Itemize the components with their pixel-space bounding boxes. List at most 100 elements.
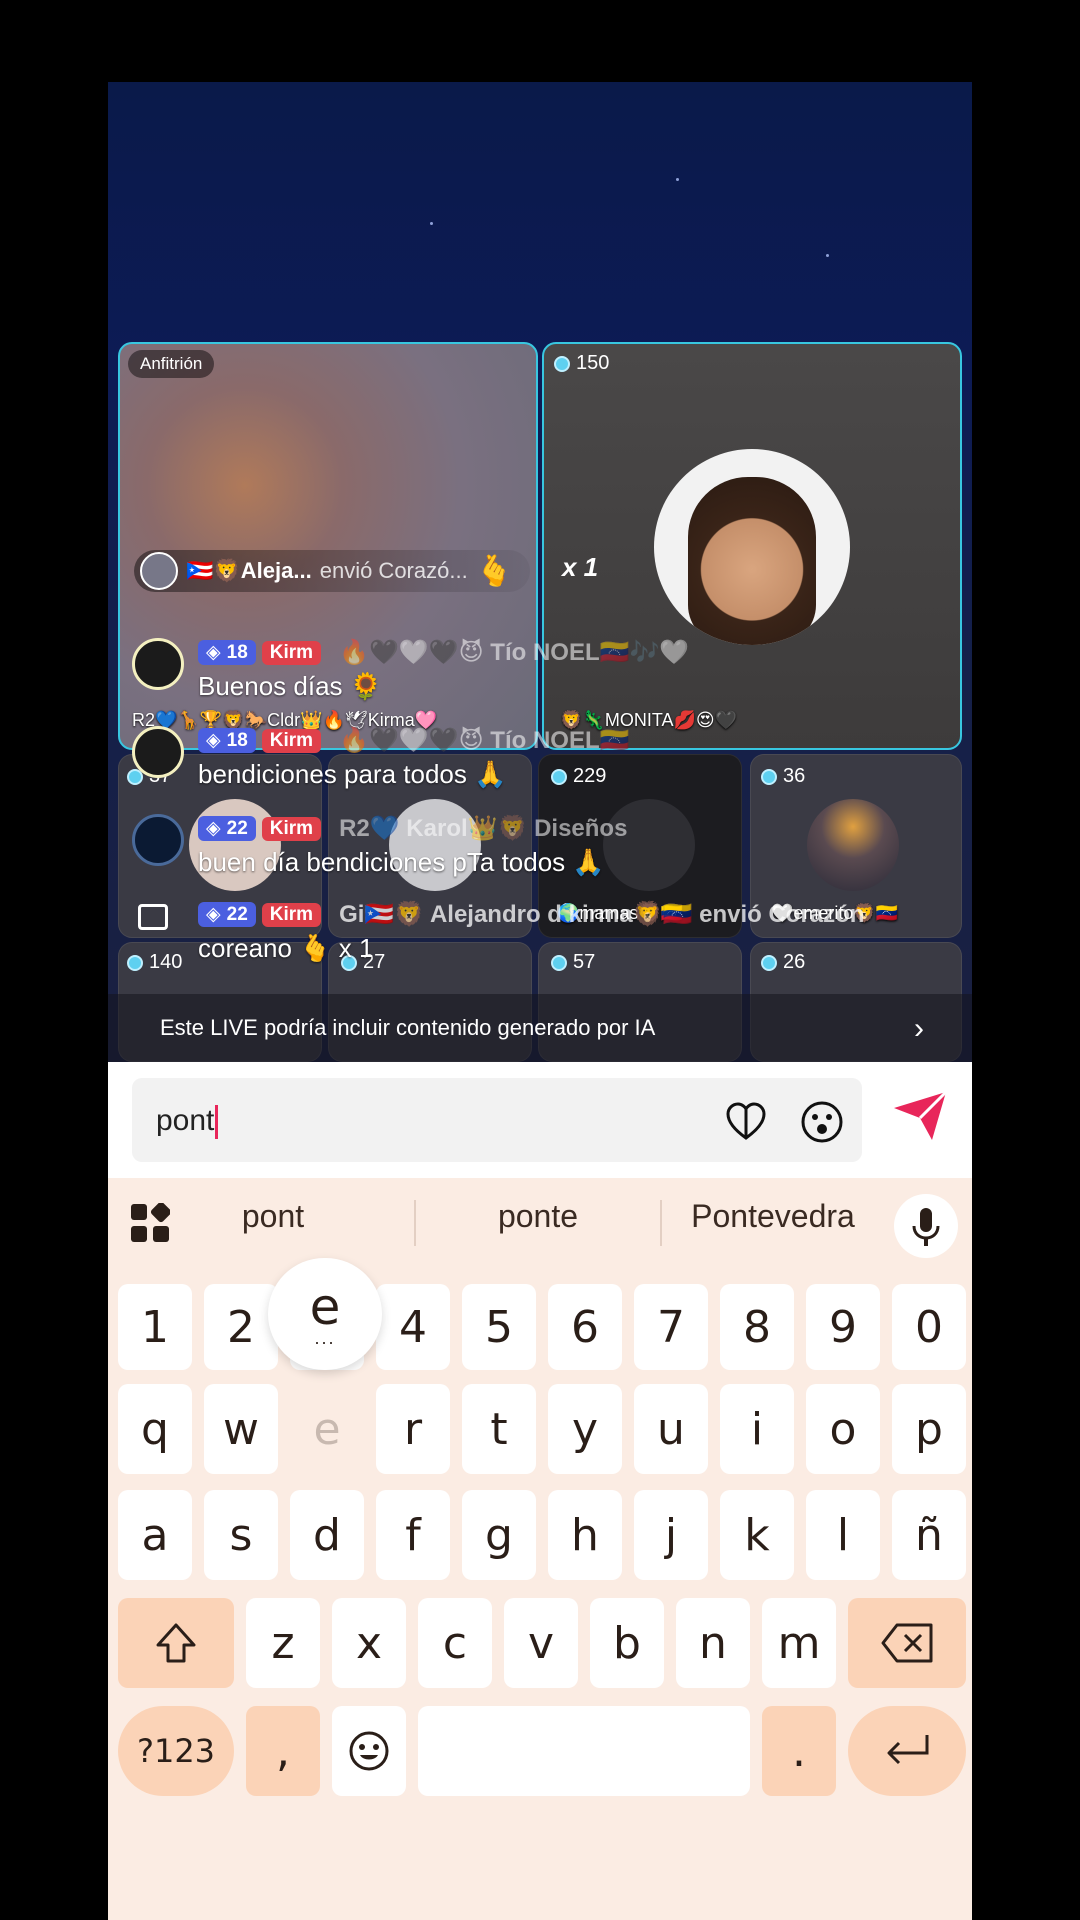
comment-input[interactable]: pont bbox=[132, 1078, 862, 1162]
apps-grid-icon[interactable] bbox=[130, 1203, 170, 1243]
star bbox=[676, 178, 679, 181]
suggestion-strip: pont ponte Pontevedra bbox=[108, 1178, 972, 1268]
enter-icon bbox=[887, 1735, 929, 1765]
space-bar[interactable] bbox=[418, 1706, 750, 1796]
coin-icon bbox=[127, 954, 143, 971]
coin-icon bbox=[761, 768, 777, 785]
suggestion-item[interactable]: pont bbox=[198, 1198, 348, 1235]
level-value: 22 bbox=[226, 903, 248, 925]
send-icon[interactable] bbox=[892, 1090, 948, 1142]
viewer-count: 36 bbox=[761, 765, 805, 788]
key-a[interactable]: a bbox=[118, 1490, 192, 1580]
count-value: 36 bbox=[783, 765, 806, 787]
gift-notification: 🇵🇷🦁Aleja... envió Corazó... 🫰 bbox=[134, 550, 530, 592]
suggestion-item[interactable]: ponte bbox=[428, 1198, 648, 1235]
key-e[interactable]: e bbox=[290, 1384, 364, 1474]
suggestion-divider bbox=[414, 1200, 416, 1246]
key-y[interactable]: y bbox=[548, 1384, 622, 1474]
key-m[interactable]: m bbox=[762, 1598, 836, 1688]
emoji-key[interactable] bbox=[332, 1706, 406, 1796]
key-n-tilde[interactable]: ñ bbox=[892, 1490, 966, 1580]
key-p[interactable]: p bbox=[892, 1384, 966, 1474]
chevron-right-icon: › bbox=[914, 1012, 924, 1045]
level-badge: ◈ 22 bbox=[198, 902, 256, 927]
fan-club-badge: Kirm bbox=[261, 816, 322, 841]
key-r[interactable]: r bbox=[376, 1384, 450, 1474]
soft-keyboard: pont ponte Pontevedra 1 2 3 4 5 6 7 8 9 … bbox=[108, 1178, 972, 1920]
backspace-icon bbox=[881, 1623, 933, 1663]
diamond-icon: ◈ bbox=[206, 904, 221, 925]
key-4[interactable]: 4 bbox=[376, 1284, 450, 1370]
fan-club-badge: Kirm bbox=[261, 902, 322, 927]
key-8[interactable]: 8 bbox=[720, 1284, 794, 1370]
key-o[interactable]: o bbox=[806, 1384, 880, 1474]
guest-avatar[interactable] bbox=[654, 449, 850, 645]
gift-heart-icon: 🫰 bbox=[475, 554, 514, 588]
diamond-icon: ◈ bbox=[206, 642, 221, 663]
heart-icon[interactable] bbox=[724, 1100, 768, 1144]
chat-avatar[interactable] bbox=[132, 814, 184, 866]
key-g[interactable]: g bbox=[462, 1490, 536, 1580]
key-q[interactable]: q bbox=[118, 1384, 192, 1474]
fan-club-badge: Kirm bbox=[261, 640, 322, 665]
emoji-icon[interactable] bbox=[800, 1100, 844, 1144]
suggestion-item[interactable]: Pontevedra bbox=[668, 1198, 878, 1235]
chat-avatar[interactable] bbox=[132, 726, 184, 778]
key-9[interactable]: 9 bbox=[806, 1284, 880, 1370]
host-label: Anfitrión bbox=[128, 350, 215, 378]
key-w[interactable]: w bbox=[204, 1384, 278, 1474]
level-value: 22 bbox=[226, 817, 248, 839]
key-6[interactable]: 6 bbox=[548, 1284, 622, 1370]
key-k[interactable]: k bbox=[720, 1490, 794, 1580]
gift-action-text: envió Corazó... bbox=[319, 558, 468, 583]
smiley-icon bbox=[349, 1731, 389, 1771]
key-s[interactable]: s bbox=[204, 1490, 278, 1580]
gift-multiplier: x 1 bbox=[562, 552, 599, 582]
key-j[interactable]: j bbox=[634, 1490, 708, 1580]
chat-username: R2💙 Karol👑🦁 Diseños bbox=[339, 815, 628, 842]
calendar-icon[interactable] bbox=[138, 904, 168, 930]
key-x[interactable]: x bbox=[332, 1598, 406, 1688]
chat-message[interactable]: ◈ 18 Kirm 🔥🖤🤍🖤😈 Tío NOEL🇻🇪🎶🤍 Buenos días … bbox=[132, 638, 689, 702]
level-value: 18 bbox=[226, 641, 248, 663]
key-2[interactable]: 2 bbox=[204, 1284, 278, 1370]
key-z[interactable]: z bbox=[246, 1598, 320, 1688]
key-n[interactable]: n bbox=[676, 1598, 750, 1688]
chat-message[interactable]: ◈ 18 Kirm 🔥🖤🤍🖤😈 Tío NOEL🇻🇪 bendiciones pa… bbox=[132, 726, 630, 790]
comma-key[interactable]: , bbox=[246, 1706, 320, 1796]
key-b[interactable]: b bbox=[590, 1598, 664, 1688]
backspace-key[interactable] bbox=[848, 1598, 966, 1688]
key-c[interactable]: c bbox=[418, 1598, 492, 1688]
popup-key-char: e bbox=[309, 1278, 341, 1336]
key-l[interactable]: l bbox=[806, 1490, 880, 1580]
key-f[interactable]: f bbox=[376, 1490, 450, 1580]
chat-message[interactable]: ◈ 22 Kirm R2💙 Karol👑🦁 Diseños buen día be… bbox=[132, 814, 627, 878]
symbols-key[interactable]: ?123 bbox=[118, 1706, 234, 1796]
key-5[interactable]: 5 bbox=[462, 1284, 536, 1370]
ai-content-banner[interactable]: Este LIVE podría incluir contenido gener… bbox=[108, 994, 972, 1062]
chat-message[interactable]: ◈ 22 Kirm Gi🇵🇷🦁 Alejandro d kirma🦁🇻🇪 envi… bbox=[198, 900, 864, 964]
chat-avatar[interactable] bbox=[132, 638, 184, 690]
diamond-icon: ◈ bbox=[206, 730, 221, 751]
coin-icon bbox=[554, 355, 570, 372]
key-i[interactable]: i bbox=[720, 1384, 794, 1474]
comment-input-text[interactable]: pont bbox=[156, 1104, 219, 1140]
key-1[interactable]: 1 bbox=[118, 1284, 192, 1370]
microphone-button[interactable] bbox=[894, 1194, 958, 1258]
count-value: 140 bbox=[149, 951, 183, 973]
enter-key[interactable] bbox=[848, 1706, 966, 1796]
key-h[interactable]: h bbox=[548, 1490, 622, 1580]
level-badge: ◈ 22 bbox=[198, 816, 256, 841]
key-d[interactable]: d bbox=[290, 1490, 364, 1580]
period-key[interactable]: . bbox=[762, 1706, 836, 1796]
key-7[interactable]: 7 bbox=[634, 1284, 708, 1370]
key-u[interactable]: u bbox=[634, 1384, 708, 1474]
shift-key[interactable] bbox=[118, 1598, 234, 1688]
star bbox=[430, 222, 433, 225]
key-t[interactable]: t bbox=[462, 1384, 536, 1474]
key-v[interactable]: v bbox=[504, 1598, 578, 1688]
level-badge: ◈ 18 bbox=[198, 728, 256, 753]
key-0[interactable]: 0 bbox=[892, 1284, 966, 1370]
gift-sender-avatar bbox=[140, 552, 178, 590]
chat-username: Gi🇵🇷🦁 Alejandro d kirma🦁🇻🇪 envió Corazón bbox=[339, 901, 865, 928]
